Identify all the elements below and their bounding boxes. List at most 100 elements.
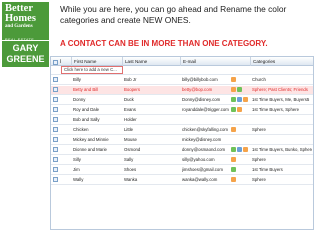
first-name-cell[interactable]: Betty and Bill [73,86,123,94]
new-contact-input[interactable]: Click here to add a new C... [61,66,123,74]
contact-icon [53,126,60,134]
new-contact-row: Click here to add a new C... [51,66,313,75]
categories-cell[interactable]: Sphere [252,176,312,184]
email-cell[interactable]: donny@osmaond.com [182,146,229,154]
category-color-dots [231,117,251,123]
column-header-categories[interactable]: Categories [251,57,313,66]
email-cell[interactable]: wanka@wally.com [182,176,229,184]
categories-cell[interactable]: Sphere [252,126,312,134]
first-name-cell[interactable]: Roy and Dale [73,106,123,114]
contact-row[interactable]: Roy and Dale Evans royanddale@trigger.com 1… [51,106,313,115]
contact-row[interactable]: Donny Duck Donny@disney.com 1st Time Buyers… [51,96,313,105]
contact-row[interactable]: Billy Bob Jr billy@billybob.com Church [51,76,313,85]
contact-row[interactable]: Betty and Bill Boopers betty@bop.com Sphere… [51,86,313,95]
contact-row[interactable]: Mickey and Minnie Mouse mickey@disney.com [51,136,313,145]
category-color-icon [231,87,236,92]
categories-cell[interactable] [252,136,312,144]
contacts-grid: ⌇ First Name Last Name E-mail Categories… [50,56,314,230]
column-header-email[interactable]: E-mail [181,57,251,66]
category-color-icon [231,127,236,132]
contact-icon [53,176,60,184]
categories-cell[interactable] [252,116,312,124]
category-color-icon [243,147,248,152]
column-header-icons[interactable]: ⌇ [51,57,72,66]
contact-icon [53,86,60,94]
category-color-dots [231,87,251,93]
categories-cell[interactable]: Sphere; Past Clients; Friends [252,86,312,94]
category-color-dots [231,177,251,183]
contact-icon [53,106,60,114]
categories-cell[interactable]: 1st Time Buyers, Bunko, Sphere [252,146,312,154]
email-cell[interactable]: betty@bop.com [182,86,229,94]
email-cell[interactable]: mickey@disney.com [182,136,229,144]
email-cell[interactable] [182,116,229,124]
email-cell[interactable]: jimshoes@gmail.com [182,166,229,174]
category-color-dots [231,97,251,103]
company-logo: Better Homes and Gardens REAL ESTATE [2,2,49,42]
column-header-last-name[interactable]: Last Name [123,57,181,66]
column-header-first-name[interactable]: First Name [72,57,123,66]
contact-row[interactable]: Wally Wanka wanka@wally.com Sphere [51,176,313,185]
category-color-dots [231,137,251,143]
categories-cell[interactable]: 1st Time Buyers, Me, Buyers5 [252,96,312,104]
first-name-cell[interactable]: Wally [73,176,123,184]
agent-last-name: GREENE [6,54,45,64]
last-name-cell[interactable]: Mouse [124,136,181,144]
last-name-cell[interactable]: Boopers [124,86,181,94]
category-color-icon [243,97,248,102]
last-name-cell[interactable]: Holder [124,116,181,124]
first-name-cell[interactable]: Dionne and Marie [73,146,123,154]
agent-name-badge: GARY GREENE [2,41,49,67]
first-name-cell[interactable]: Chicken [73,126,123,134]
category-color-dots [231,77,251,83]
categories-cell[interactable]: 1st Time Buyers [252,166,312,174]
last-name-cell[interactable]: Bob Jr [124,76,181,84]
email-cell[interactable]: billy@billybob.com [182,76,229,84]
agent-first-name: GARY [12,43,39,53]
category-color-dots [231,147,251,153]
category-color-icon [231,77,236,82]
contact-icon [53,156,60,164]
category-color-dots [231,127,251,133]
category-color-icon [231,97,236,102]
last-name-cell[interactable]: Osmond [124,146,181,154]
first-name-cell[interactable]: Donny [73,96,123,104]
category-color-icon [237,97,242,102]
categories-cell[interactable]: Sphere [252,156,312,164]
category-color-dots [231,157,251,163]
category-color-icon [231,107,236,112]
grid-header: ⌇ First Name Last Name E-mail Categories [51,57,313,66]
email-cell[interactable]: silly@yahoo.com [182,156,229,164]
categories-cell[interactable]: 1st Time Buyers, Sphere [252,106,312,114]
contact-row[interactable]: Dionne and Marie Osmond donny@osmaond.com 1… [51,146,313,155]
last-name-cell[interactable]: Duck [124,96,181,104]
category-color-icon [231,147,236,152]
category-color-icon [237,87,242,92]
contact-row[interactable]: Chicken Little chicken@skyfalling.com Spher… [51,126,313,135]
first-name-cell[interactable]: Jim [73,166,123,174]
first-name-cell[interactable]: Bob and Sally [73,116,123,124]
categories-cell[interactable]: Church [252,76,312,84]
contact-row[interactable]: Jim Shoes jimshoes@gmail.com 1st Time Buyer… [51,166,313,175]
contact-icon [53,136,60,144]
category-color-dots [231,107,251,113]
last-name-cell[interactable]: Evans [124,106,181,114]
contact-icon [53,116,60,124]
last-name-cell[interactable]: Sally [124,156,181,164]
contact-row[interactable]: Silly Sally silly@yahoo.com Sphere [51,156,313,165]
email-cell[interactable]: chicken@skyfalling.com [182,126,229,134]
last-name-cell[interactable]: Wanka [124,176,181,184]
last-name-cell[interactable]: Shoes [124,166,181,174]
first-name-cell[interactable]: Silly [73,156,123,164]
contact-icon [53,166,60,174]
contact-icon [53,146,60,154]
logo-line-2: Homes [5,13,36,24]
email-cell[interactable]: royanddale@trigger.com [182,106,229,114]
logo-line-3: and Gardens [5,24,33,29]
contact-row[interactable]: Bob and Sally Holder [51,116,313,125]
contact-icon [53,59,58,65]
email-cell[interactable]: Donny@disney.com [182,96,229,104]
first-name-cell[interactable]: Billy [73,76,123,84]
first-name-cell[interactable]: Mickey and Minnie [73,136,123,144]
last-name-cell[interactable]: Little [124,126,181,134]
